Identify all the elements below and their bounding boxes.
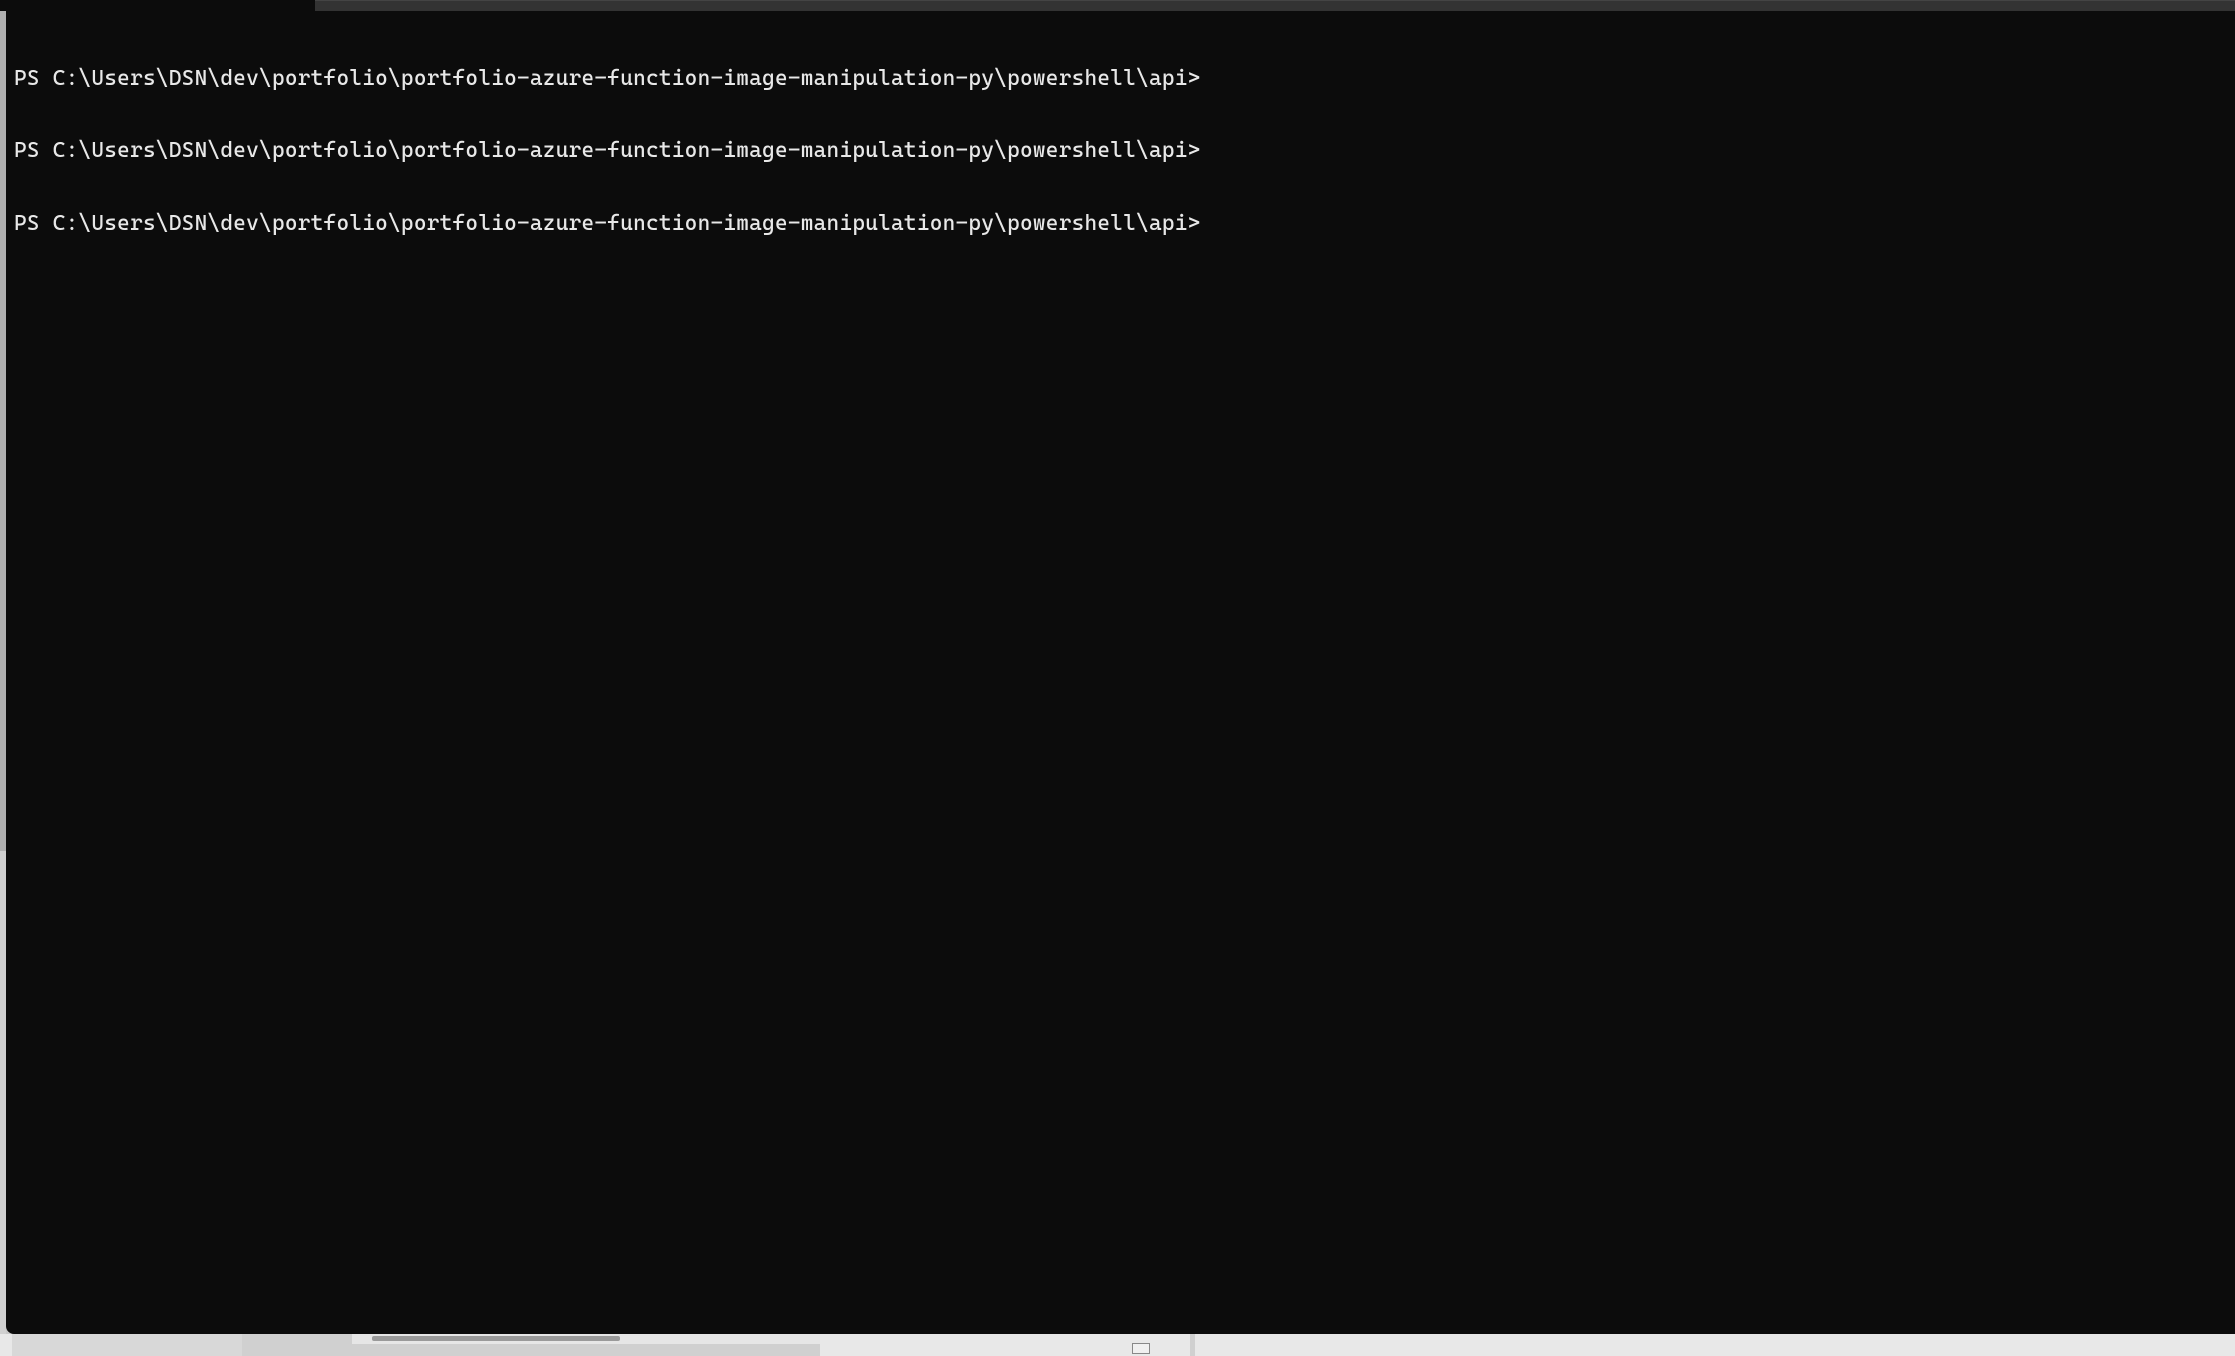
taskbar-segment xyxy=(0,1334,12,1356)
titlebar-background[interactable] xyxy=(315,0,2235,11)
horizontal-scrollbar-track[interactable] xyxy=(352,1334,822,1344)
prompt-line: PS C:\Users\DSN\dev\portfolio\portfolio-… xyxy=(14,139,2227,163)
bottom-taskbar-fragment xyxy=(0,1334,2235,1356)
titlebar xyxy=(0,0,2235,11)
terminal-output[interactable]: PS C:\Users\DSN\dev\portfolio\portfolio-… xyxy=(6,11,2235,292)
prompt-line: PS C:\Users\DSN\dev\portfolio\portfolio-… xyxy=(14,211,2227,236)
horizontal-scrollbar-thumb[interactable] xyxy=(372,1336,620,1341)
prompt-line: PS C:\Users\DSN\dev\portfolio\portfolio-… xyxy=(14,67,2227,91)
terminal-panel[interactable]: PS C:\Users\DSN\dev\portfolio\portfolio-… xyxy=(6,11,2235,1334)
taskbar-control-icon[interactable] xyxy=(1132,1343,1150,1354)
active-tab-strip[interactable] xyxy=(0,0,315,11)
taskbar-segment xyxy=(1195,1334,2235,1356)
terminal-scrollbar[interactable] xyxy=(2229,11,2235,1334)
terminal-input[interactable] xyxy=(1214,211,1216,236)
taskbar-segment xyxy=(12,1334,242,1356)
current-prompt: PS C:\Users\DSN\dev\portfolio\portfolio-… xyxy=(14,211,1201,236)
